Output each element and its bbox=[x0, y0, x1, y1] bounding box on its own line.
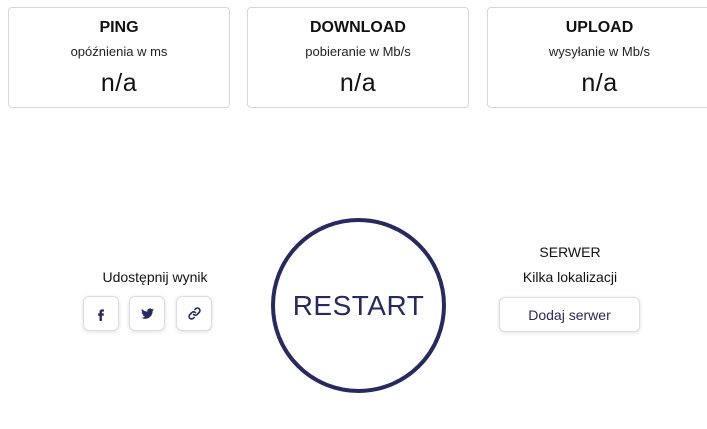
download-card: DOWNLOAD pobieranie w Mb/s n/a bbox=[247, 7, 469, 108]
download-title: DOWNLOAD bbox=[310, 19, 406, 36]
share-facebook-button[interactable] bbox=[83, 296, 119, 331]
twitter-icon bbox=[140, 307, 155, 321]
restart-button[interactable]: RESTART bbox=[271, 218, 446, 393]
server-subtitle: Kilka lokalizacji bbox=[522, 269, 618, 285]
share-twitter-button[interactable] bbox=[129, 296, 165, 331]
download-subtitle: pobieranie w Mb/s bbox=[305, 44, 411, 59]
upload-value: n/a bbox=[581, 69, 618, 97]
restart-label: RESTART bbox=[292, 289, 425, 321]
download-value: n/a bbox=[339, 69, 377, 97]
facebook-icon bbox=[94, 307, 108, 321]
add-server-label: Dodaj serwer bbox=[528, 306, 611, 323]
ping-title: PING bbox=[99, 19, 139, 36]
ping-card: PING opóźnienia w ms n/a bbox=[8, 7, 230, 108]
add-server-button[interactable]: Dodaj serwer bbox=[499, 297, 640, 332]
server-title: SERWER bbox=[539, 244, 601, 260]
ping-value: n/a bbox=[100, 69, 138, 97]
upload-title: UPLOAD bbox=[565, 19, 634, 36]
upload-subtitle: wysyłanie w Mb/s bbox=[548, 44, 651, 59]
copy-link-button[interactable] bbox=[176, 296, 212, 331]
ping-subtitle: opóźnienia w ms bbox=[70, 44, 168, 59]
upload-card: UPLOAD wysyłanie w Mb/s n/a bbox=[487, 7, 707, 108]
link-icon bbox=[187, 306, 202, 321]
share-label: Udostępnij wynik bbox=[102, 269, 208, 285]
